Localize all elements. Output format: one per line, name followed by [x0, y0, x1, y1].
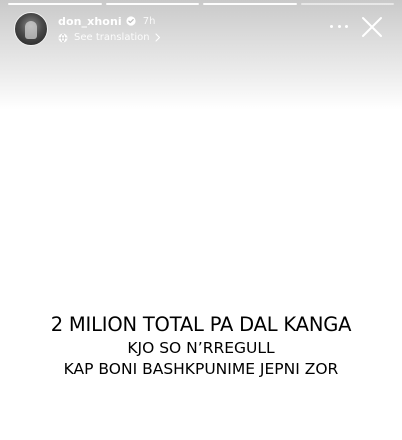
username-link[interactable]: don_xhoni [58, 15, 122, 28]
caption-line-1: 2 MILION TOTAL PA DAL KANGA [50, 313, 352, 336]
avatar-figure [25, 21, 37, 39]
story-progress-segment [8, 3, 102, 5]
story-progress-segment [300, 3, 394, 5]
verified-badge-icon [126, 16, 136, 26]
see-translation-label: See translation [74, 32, 150, 43]
story-meta: don_xhoni 7h See translation [58, 13, 161, 45]
more-horizontal-icon-dot [345, 24, 348, 28]
avatar[interactable] [14, 12, 48, 46]
story-viewer[interactable]: don_xhoni 7h See translation 2 MILION TO… [0, 0, 402, 440]
more-horizontal-icon-dot [337, 24, 341, 28]
more-options-button[interactable] [330, 20, 348, 32]
story-progress-segment [203, 3, 297, 5]
caption-line-2: KJO SO N’RREGULL [127, 339, 275, 357]
close-icon[interactable] [361, 16, 383, 38]
story-meta-row: don_xhoni 7h [58, 13, 161, 29]
story-progress-bars [8, 3, 394, 5]
chevron-right-icon [155, 33, 160, 42]
translate-globe-icon [58, 33, 68, 42]
caption-line-3: KAP BONI BASHKPUNIME JEPNI ZOR [63, 360, 339, 378]
story-progress-segment [105, 3, 199, 5]
story-header: don_xhoni 7h See translation [14, 12, 161, 46]
see-translation-button[interactable]: See translation [58, 30, 161, 45]
story-caption: 2 MILION TOTAL PA DAL KANGA KJO SO N’RRE… [0, 313, 402, 380]
story-timestamp: 7h [142, 15, 156, 27]
more-horizontal-icon-dot [330, 24, 333, 28]
